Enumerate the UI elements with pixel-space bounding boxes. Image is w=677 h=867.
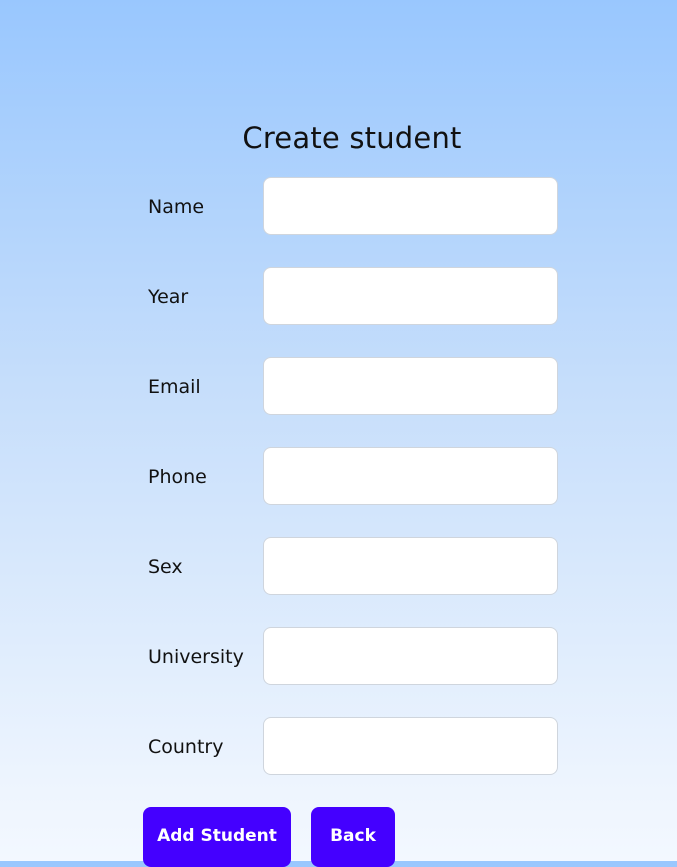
email-label: Email (148, 376, 201, 398)
name-label: Name (148, 196, 205, 218)
year-label: Year (148, 286, 189, 308)
create-student-form: Name Year Email Phone Sex University Cou… (0, 0, 677, 867)
add-student-button[interactable]: Add Student (143, 807, 291, 867)
year-input[interactable] (263, 267, 558, 325)
university-label: University (148, 646, 244, 668)
phone-row: Phone (148, 447, 560, 507)
country-row: Country (148, 717, 560, 777)
email-row: Email (148, 357, 560, 417)
name-input[interactable] (263, 177, 558, 235)
university-input[interactable] (263, 627, 558, 685)
country-input[interactable] (263, 717, 558, 775)
year-row: Year (148, 267, 560, 327)
university-row: University (148, 627, 560, 687)
sex-label: Sex (148, 556, 183, 578)
phone-input[interactable] (263, 447, 558, 505)
email-input[interactable] (263, 357, 558, 415)
sex-input[interactable] (263, 537, 558, 595)
name-row: Name (148, 177, 560, 237)
phone-label: Phone (148, 466, 207, 488)
country-label: Country (148, 736, 224, 758)
sex-row: Sex (148, 537, 560, 597)
back-button[interactable]: Back (311, 807, 395, 867)
page: Create student Name Year Email Phone Sex… (0, 0, 677, 867)
